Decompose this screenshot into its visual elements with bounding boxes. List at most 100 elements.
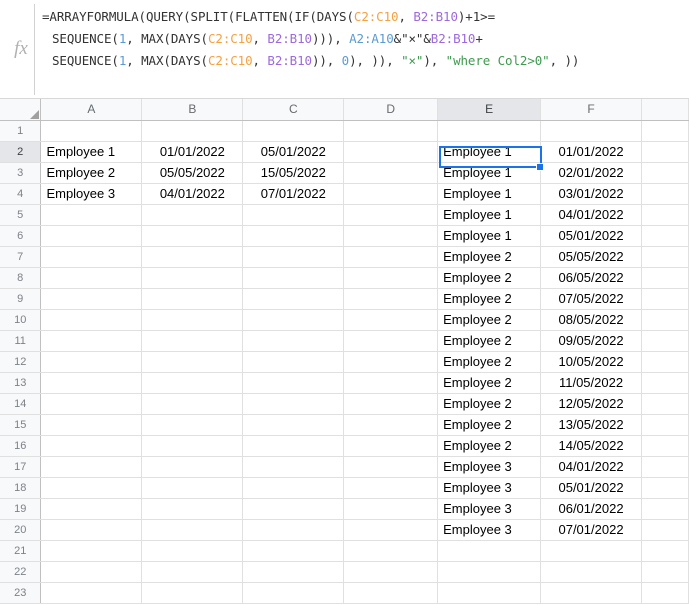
cell-F8[interactable]: 06/05/2022 bbox=[540, 267, 642, 289]
cell-A2[interactable]: Employee 1 bbox=[40, 141, 143, 163]
row-header-14[interactable]: 14 bbox=[0, 393, 42, 415]
cell-E12[interactable]: Employee 2 bbox=[437, 351, 542, 373]
cell-partial-19[interactable] bbox=[641, 498, 689, 520]
cell-E4[interactable]: Employee 1 bbox=[437, 183, 542, 205]
cell-F2[interactable]: 01/01/2022 bbox=[540, 141, 642, 163]
cell-C16[interactable] bbox=[242, 435, 345, 457]
cell-C1[interactable] bbox=[242, 120, 345, 142]
cell-A23[interactable] bbox=[40, 582, 143, 604]
cell-C23[interactable] bbox=[242, 582, 345, 604]
row-header-22[interactable]: 22 bbox=[0, 561, 42, 583]
cell-A13[interactable] bbox=[40, 372, 143, 394]
row-header-2[interactable]: 2 bbox=[0, 141, 42, 163]
cell-E17[interactable]: Employee 3 bbox=[437, 456, 542, 478]
row-header-5[interactable]: 5 bbox=[0, 204, 42, 226]
cell-A10[interactable] bbox=[40, 309, 143, 331]
column-header-F[interactable]: F bbox=[540, 99, 642, 121]
row-header-9[interactable]: 9 bbox=[0, 288, 42, 310]
cell-C2[interactable]: 05/01/2022 bbox=[242, 141, 345, 163]
cell-E13[interactable]: Employee 2 bbox=[437, 372, 542, 394]
cell-partial-13[interactable] bbox=[641, 372, 689, 394]
cell-B3[interactable]: 05/05/2022 bbox=[141, 162, 244, 184]
column-header-D[interactable]: D bbox=[343, 99, 439, 121]
row-header-20[interactable]: 20 bbox=[0, 519, 42, 541]
cell-A14[interactable] bbox=[40, 393, 143, 415]
cell-C10[interactable] bbox=[242, 309, 345, 331]
cell-E21[interactable] bbox=[437, 540, 542, 562]
cell-E10[interactable]: Employee 2 bbox=[437, 309, 542, 331]
cell-partial-17[interactable] bbox=[641, 456, 689, 478]
cell-C5[interactable] bbox=[242, 204, 345, 226]
cell-B4[interactable]: 04/01/2022 bbox=[141, 183, 244, 205]
cell-partial-9[interactable] bbox=[641, 288, 689, 310]
cell-D12[interactable] bbox=[343, 351, 439, 373]
cell-C18[interactable] bbox=[242, 477, 345, 499]
cell-partial-8[interactable] bbox=[641, 267, 689, 289]
cell-F18[interactable]: 05/01/2022 bbox=[540, 477, 642, 499]
cell-B19[interactable] bbox=[141, 498, 244, 520]
cell-E5[interactable]: Employee 1 bbox=[437, 204, 542, 226]
cell-F17[interactable]: 04/01/2022 bbox=[540, 456, 642, 478]
cell-D7[interactable] bbox=[343, 246, 439, 268]
cell-F16[interactable]: 14/05/2022 bbox=[540, 435, 642, 457]
cell-D4[interactable] bbox=[343, 183, 439, 205]
row-header-6[interactable]: 6 bbox=[0, 225, 42, 247]
cell-B18[interactable] bbox=[141, 477, 244, 499]
cell-C12[interactable] bbox=[242, 351, 345, 373]
cell-E20[interactable]: Employee 3 bbox=[437, 519, 542, 541]
cell-E14[interactable]: Employee 2 bbox=[437, 393, 542, 415]
row-header-16[interactable]: 16 bbox=[0, 435, 42, 457]
cell-B15[interactable] bbox=[141, 414, 244, 436]
cell-A21[interactable] bbox=[40, 540, 143, 562]
cell-B8[interactable] bbox=[141, 267, 244, 289]
cell-F10[interactable]: 08/05/2022 bbox=[540, 309, 642, 331]
row-header-23[interactable]: 23 bbox=[0, 582, 42, 604]
row-header-17[interactable]: 17 bbox=[0, 456, 42, 478]
cell-E1[interactable] bbox=[437, 120, 542, 142]
cell-B5[interactable] bbox=[141, 204, 244, 226]
cell-A3[interactable]: Employee 2 bbox=[40, 162, 143, 184]
cell-F19[interactable]: 06/01/2022 bbox=[540, 498, 642, 520]
cell-partial-23[interactable] bbox=[641, 582, 689, 604]
cell-D16[interactable] bbox=[343, 435, 439, 457]
cell-B11[interactable] bbox=[141, 330, 244, 352]
cell-C11[interactable] bbox=[242, 330, 345, 352]
cell-A1[interactable] bbox=[40, 120, 143, 142]
cell-D5[interactable] bbox=[343, 204, 439, 226]
cell-A20[interactable] bbox=[40, 519, 143, 541]
cell-A18[interactable] bbox=[40, 477, 143, 499]
cell-B9[interactable] bbox=[141, 288, 244, 310]
cell-B6[interactable] bbox=[141, 225, 244, 247]
cell-partial-11[interactable] bbox=[641, 330, 689, 352]
cell-C21[interactable] bbox=[242, 540, 345, 562]
cell-D1[interactable] bbox=[343, 120, 439, 142]
cell-partial-4[interactable] bbox=[641, 183, 689, 205]
cell-partial-16[interactable] bbox=[641, 435, 689, 457]
cell-C19[interactable] bbox=[242, 498, 345, 520]
cell-partial-6[interactable] bbox=[641, 225, 689, 247]
cell-A11[interactable] bbox=[40, 330, 143, 352]
cell-D20[interactable] bbox=[343, 519, 439, 541]
cell-F13[interactable]: 11/05/2022 bbox=[540, 372, 642, 394]
cell-F4[interactable]: 03/01/2022 bbox=[540, 183, 642, 205]
cell-F3[interactable]: 02/01/2022 bbox=[540, 162, 642, 184]
cell-C7[interactable] bbox=[242, 246, 345, 268]
cell-partial-1[interactable] bbox=[641, 120, 689, 142]
cell-E8[interactable]: Employee 2 bbox=[437, 267, 542, 289]
cell-F6[interactable]: 05/01/2022 bbox=[540, 225, 642, 247]
cell-E6[interactable]: Employee 1 bbox=[437, 225, 542, 247]
cell-C15[interactable] bbox=[242, 414, 345, 436]
cell-D8[interactable] bbox=[343, 267, 439, 289]
column-header-E[interactable]: E bbox=[437, 99, 542, 121]
cell-D11[interactable] bbox=[343, 330, 439, 352]
cell-partial-18[interactable] bbox=[641, 477, 689, 499]
cell-D18[interactable] bbox=[343, 477, 439, 499]
cell-D14[interactable] bbox=[343, 393, 439, 415]
cell-E9[interactable]: Employee 2 bbox=[437, 288, 542, 310]
cell-A12[interactable] bbox=[40, 351, 143, 373]
cell-B23[interactable] bbox=[141, 582, 244, 604]
select-all-corner[interactable] bbox=[0, 99, 42, 121]
spreadsheet-grid[interactable]: ABCDEF 1 2 Employee 1 01/01/2022 05/01/2022 E… bbox=[0, 99, 689, 605]
cell-A15[interactable] bbox=[40, 414, 143, 436]
row-header-7[interactable]: 7 bbox=[0, 246, 42, 268]
